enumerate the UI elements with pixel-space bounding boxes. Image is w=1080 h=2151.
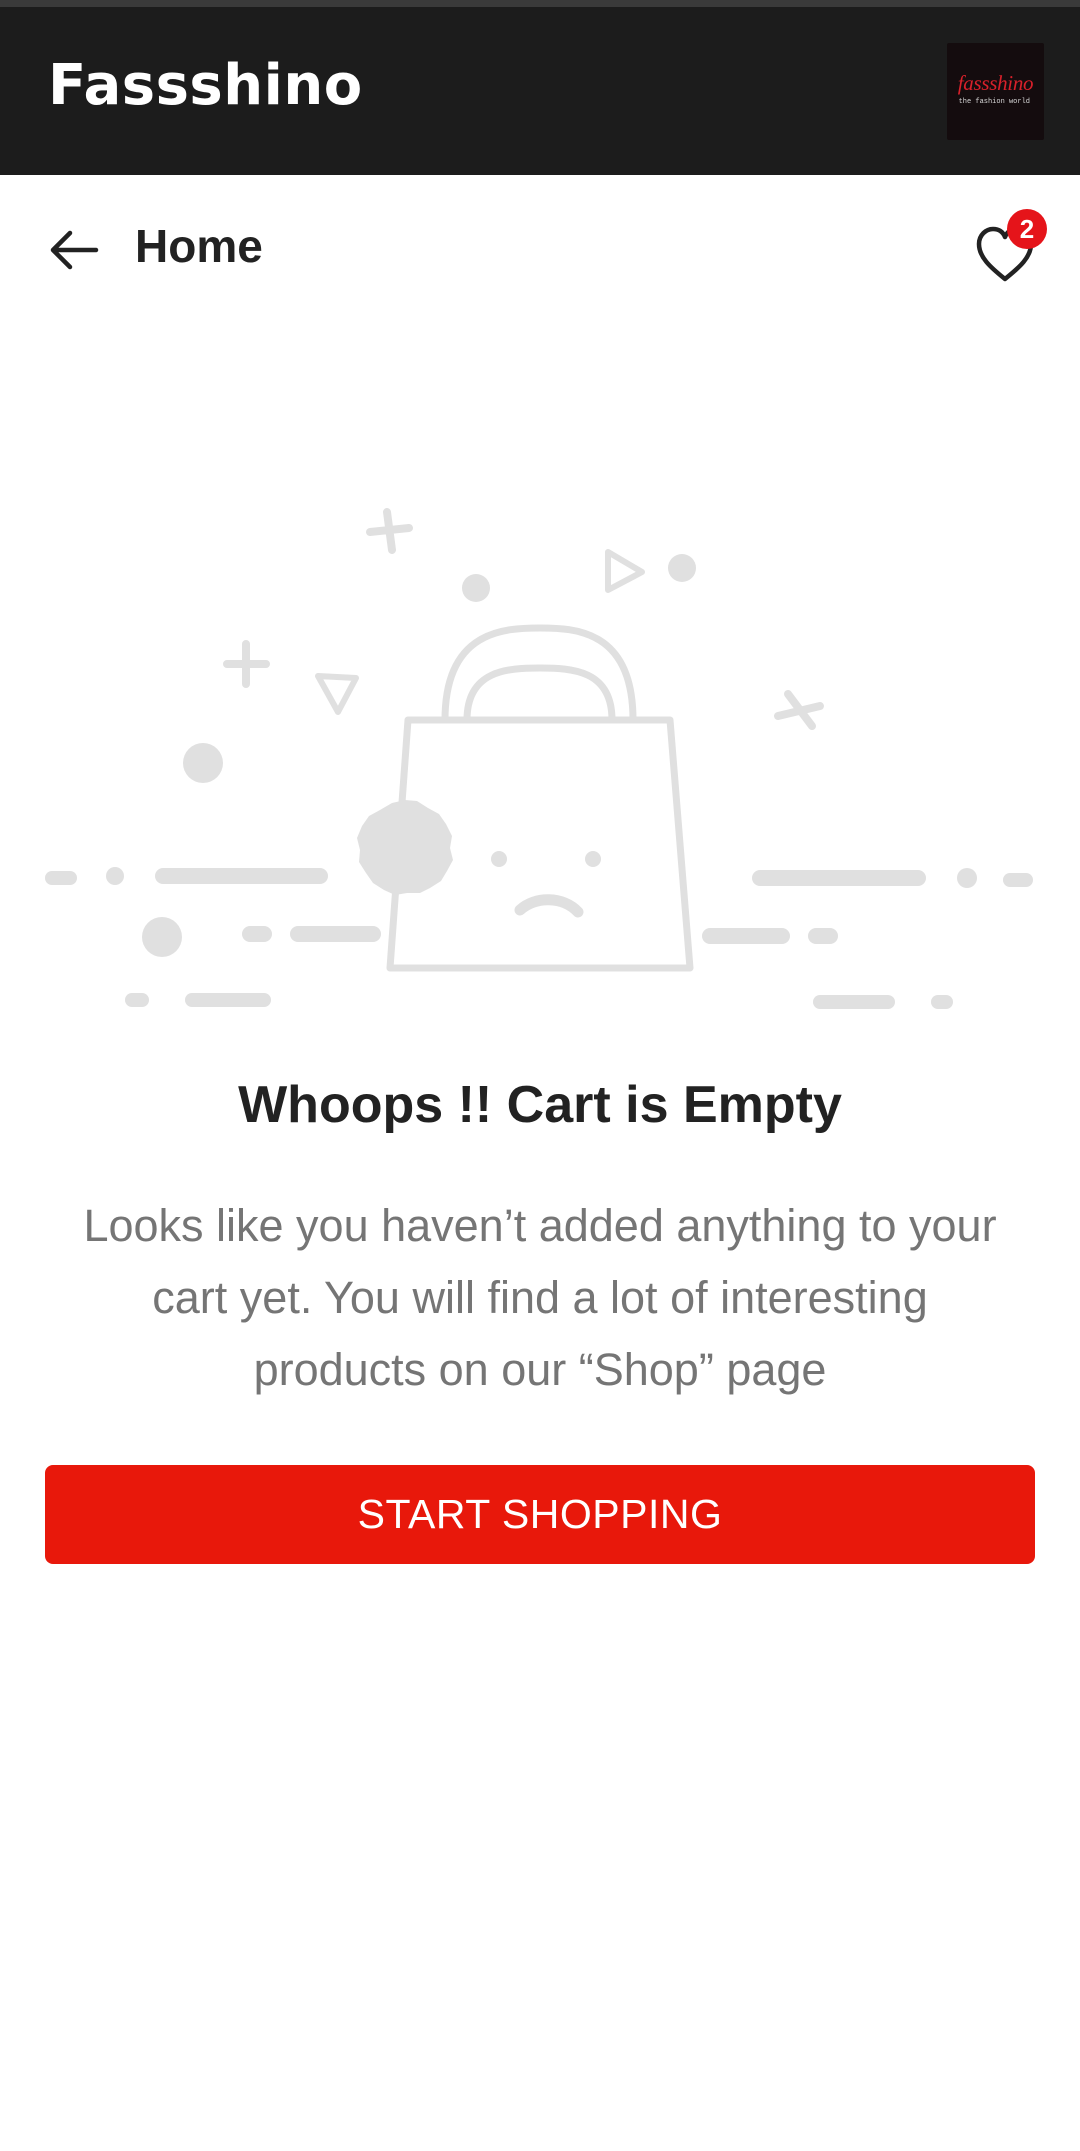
nav-bar: Home: [0, 175, 1080, 320]
sad-shopping-bag-illustration: [45, 508, 1033, 1009]
brand-logo[interactable]: fassshino the fashion world: [947, 43, 1044, 140]
empty-cart-title: Whoops !! Cart is Empty: [238, 1076, 842, 1134]
page-title: Home: [135, 220, 263, 272]
logo-wordmark: fassshino: [957, 71, 1034, 95]
back-button[interactable]: [40, 215, 110, 285]
app-header: Fassshino fassshino the fashion world: [0, 7, 1080, 175]
start-shopping-button[interactable]: START SHOPPING: [45, 1465, 1035, 1564]
app-title: Fassshino: [48, 53, 363, 118]
status-bar: [0, 0, 1080, 7]
arrow-left-icon: [50, 230, 99, 270]
logo-tagline: the fashion world: [958, 98, 1030, 106]
wishlist-count-badge: 2: [1007, 209, 1047, 249]
empty-cart-message: Looks like you haven’t added anything to…: [83, 1200, 997, 1395]
